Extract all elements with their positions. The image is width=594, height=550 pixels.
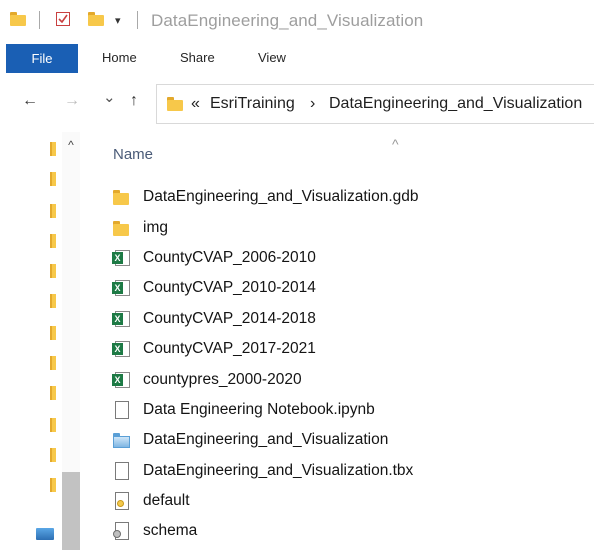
folder-icon (112, 218, 132, 238)
new-folder-icon[interactable] (88, 12, 104, 31)
excel-file-icon (112, 248, 132, 268)
properties-check-icon[interactable] (56, 12, 70, 26)
navigation-pane: ^ (0, 132, 86, 550)
document-icon (112, 461, 132, 481)
file-name: DataEngineering_and_Visualization (143, 431, 389, 449)
column-header-name[interactable]: Name (113, 146, 153, 163)
ribbon-tabs: File Home Share View (0, 42, 594, 75)
nav-folder-icon[interactable] (50, 264, 56, 278)
nav-folder-icon[interactable] (50, 386, 56, 400)
excel-file-icon (112, 370, 132, 390)
back-arrow-icon[interactable]: ← (22, 92, 38, 110)
file-name: CountyCVAP_2014-2018 (143, 309, 316, 327)
sort-ascending-icon: ^ (392, 136, 399, 152)
list-item[interactable]: Data Engineering Notebook.ipynb (112, 395, 592, 425)
tab-home[interactable]: Home (102, 50, 137, 65)
arcgis-project-icon (112, 430, 132, 450)
folder-icon (167, 97, 183, 116)
nav-folder-icon[interactable] (50, 478, 56, 492)
nav-folder-icon[interactable] (50, 172, 56, 186)
nav-folder-icon[interactable] (50, 204, 56, 218)
document-icon (112, 400, 132, 420)
list-item[interactable]: DataEngineering_and_Visualization.gdb (112, 182, 592, 212)
address-overflow-icon[interactable]: « (191, 95, 200, 113)
file-name: img (143, 218, 168, 236)
scrollbar-thumb[interactable] (62, 472, 80, 550)
excel-file-icon (112, 278, 132, 298)
folder-icon (10, 12, 26, 31)
nav-folder-icon[interactable] (50, 294, 56, 308)
script-file-icon (112, 521, 132, 541)
tab-file[interactable]: File (6, 44, 78, 73)
up-arrow-icon[interactable]: ↑ (130, 92, 138, 110)
navigation-bar: ← → ⌄ ↑ « EsriTraining › DataEngineering… (0, 74, 594, 132)
file-name: DataEngineering_and_Visualization.tbx (143, 461, 414, 479)
divider (137, 11, 138, 29)
file-name: default (143, 492, 190, 510)
title-bar: ▾ DataEngineering_and_Visualization (0, 0, 594, 42)
nav-folder-icon[interactable] (50, 356, 56, 370)
list-item[interactable]: DataEngineering_and_Visualization (112, 425, 592, 455)
tab-share[interactable]: Share (180, 50, 215, 65)
this-pc-icon[interactable] (36, 528, 54, 540)
breadcrumb-current-folder[interactable]: DataEngineering_and_Visualization (329, 95, 582, 113)
folder-icon (112, 187, 132, 207)
scroll-up-icon[interactable]: ^ (62, 138, 80, 152)
file-name: schema (143, 522, 198, 540)
list-item[interactable]: schema (112, 516, 592, 546)
nav-folder-icon[interactable] (50, 326, 56, 340)
excel-file-icon (112, 309, 132, 329)
file-name: Data Engineering Notebook.ipynb (143, 400, 375, 418)
window-title: DataEngineering_and_Visualization (151, 11, 424, 30)
forward-arrow-icon[interactable]: → (64, 92, 80, 110)
file-name: DataEngineering_and_Visualization.gdb (143, 188, 419, 206)
breadcrumb-separator[interactable]: › (310, 95, 315, 113)
quick-access-dropdown[interactable]: ▾ (115, 14, 121, 27)
nav-folder-icon[interactable] (50, 234, 56, 248)
excel-file-icon (112, 339, 132, 359)
list-item[interactable]: countypres_2000-2020 (112, 364, 592, 394)
list-item[interactable]: DataEngineering_and_Visualization.tbx (112, 456, 592, 486)
list-item[interactable]: default (112, 486, 592, 516)
file-list: DataEngineering_and_Visualization.gdb im… (112, 182, 592, 547)
file-name: CountyCVAP_2017-2021 (143, 340, 316, 358)
list-item[interactable]: CountyCVAP_2014-2018 (112, 304, 592, 334)
breadcrumb-esritraining[interactable]: EsriTraining (210, 95, 295, 113)
list-item[interactable]: CountyCVAP_2017-2021 (112, 334, 592, 364)
file-name: countypres_2000-2020 (143, 370, 302, 388)
settings-file-icon (112, 491, 132, 511)
address-bar[interactable]: « EsriTraining › DataEngineering_and_Vis… (156, 84, 594, 124)
recent-locations-icon[interactable]: ⌄ (103, 88, 116, 106)
list-item[interactable]: img (112, 212, 592, 242)
tab-view[interactable]: View (258, 50, 286, 65)
nav-folder-icon[interactable] (50, 448, 56, 462)
divider (39, 11, 40, 29)
file-name: CountyCVAP_2006-2010 (143, 248, 316, 266)
file-name: CountyCVAP_2010-2014 (143, 279, 316, 297)
nav-folder-icon[interactable] (50, 142, 56, 156)
list-item[interactable]: CountyCVAP_2010-2014 (112, 273, 592, 303)
nav-folder-icon[interactable] (50, 418, 56, 432)
list-item[interactable]: CountyCVAP_2006-2010 (112, 243, 592, 273)
